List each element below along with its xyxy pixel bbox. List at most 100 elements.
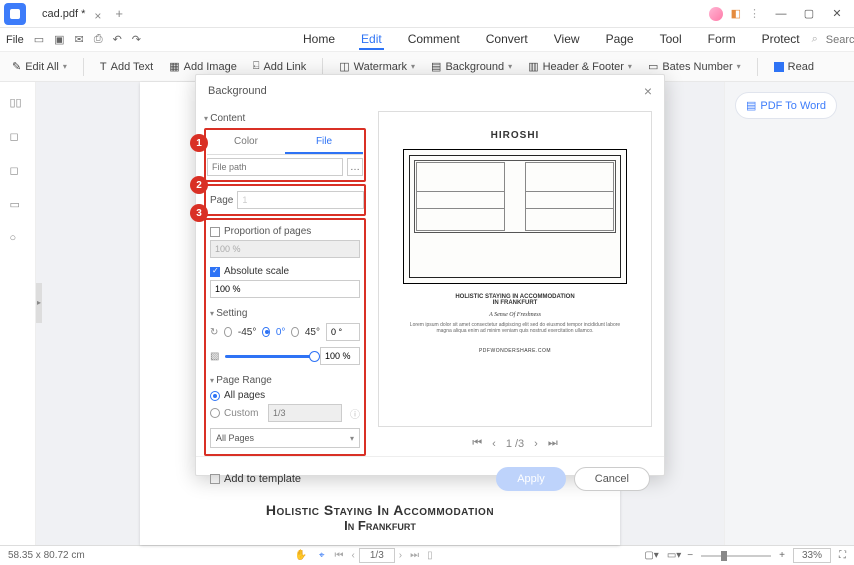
- dialog-title: Background: [208, 85, 267, 97]
- minimize-button[interactable]: —: [768, 4, 794, 24]
- mail-icon[interactable]: ✉: [75, 32, 84, 48]
- apply-button[interactable]: Apply: [496, 467, 566, 491]
- prev-icon[interactable]: ‹: [352, 550, 355, 561]
- proportion-checkbox[interactable]: [210, 227, 220, 237]
- page-dimensions: 58.35 x 80.72 cm: [8, 550, 85, 561]
- notification-icon[interactable]: ◧: [731, 7, 741, 20]
- annotation-2: 2: [190, 176, 208, 194]
- tab-comment[interactable]: Comment: [406, 30, 462, 50]
- absolute-scale-input[interactable]: [210, 280, 360, 298]
- check-icon: [774, 62, 784, 72]
- file-menu[interactable]: File: [6, 34, 24, 46]
- info-icon: ⓘ: [350, 406, 360, 421]
- first-icon[interactable]: ⏮: [335, 550, 344, 561]
- fit-mode-icon[interactable]: ▢▾: [644, 550, 658, 561]
- attachment-icon[interactable]: ▭: [10, 198, 26, 214]
- color-tab[interactable]: Color: [207, 131, 285, 154]
- next-icon[interactable]: ›: [399, 550, 402, 561]
- collapse-handle[interactable]: ▸: [36, 283, 42, 323]
- tab-form[interactable]: Form: [706, 30, 738, 50]
- header-footer-button[interactable]: ▥Header & Footer▾: [528, 60, 632, 73]
- thumbnails-icon[interactable]: ▯▯: [10, 96, 26, 112]
- close-tab-icon[interactable]: ×: [94, 9, 101, 23]
- absolute-scale-checkbox[interactable]: [210, 267, 220, 277]
- preview-line2: IN FRANKFURT: [493, 300, 538, 306]
- page-indicator: 1 /3: [506, 438, 524, 450]
- maximize-button[interactable]: ▢: [796, 4, 822, 24]
- file-tab[interactable]: File: [285, 131, 363, 154]
- save-icon[interactable]: ▣: [54, 32, 64, 48]
- first-page-icon[interactable]: ⏮: [472, 437, 482, 450]
- tab-convert[interactable]: Convert: [484, 30, 530, 50]
- tab-edit[interactable]: Edit: [359, 30, 384, 50]
- page-subset-select[interactable]: All Pages ▾: [210, 428, 360, 448]
- opacity-icon: ▧: [210, 351, 219, 362]
- search-icon: ⌕: [812, 33, 818, 46]
- tab-tool[interactable]: Tool: [658, 30, 684, 50]
- add-text-button[interactable]: TAdd Text: [100, 61, 153, 73]
- main-tabs: Home Edit Comment Convert View Page Tool…: [301, 30, 802, 50]
- edit-all-button[interactable]: ✎Edit All▾: [12, 60, 67, 73]
- background-button[interactable]: ▤Background▾: [431, 60, 512, 73]
- close-button[interactable]: ✕: [824, 4, 850, 24]
- add-template-checkbox[interactable]: [210, 474, 220, 484]
- dialog-close-icon[interactable]: ×: [644, 83, 652, 99]
- bates-icon: ▭: [648, 60, 658, 73]
- fullscreen-icon[interactable]: ⛶: [839, 550, 846, 561]
- pencil-icon: ✎: [12, 60, 21, 73]
- tab-protect[interactable]: Protect: [760, 30, 802, 50]
- file-path-input[interactable]: [207, 158, 343, 176]
- undo-icon[interactable]: ↶: [113, 32, 122, 48]
- zoom-in-icon[interactable]: +: [779, 550, 785, 561]
- page-range-section: Page Range: [210, 375, 360, 386]
- document-tab[interactable]: cad.pdf * ×: [32, 4, 105, 24]
- select-tool-icon[interactable]: ⌖: [319, 550, 325, 561]
- page-number-input[interactable]: [237, 191, 364, 209]
- user-avatar[interactable]: [709, 7, 723, 21]
- rotation-input[interactable]: [326, 323, 360, 341]
- rot-0-radio[interactable]: [262, 327, 269, 337]
- more-icon[interactable]: ⋮: [749, 7, 760, 20]
- prev-page-icon[interactable]: ‹: [492, 438, 496, 450]
- redo-icon[interactable]: ↷: [132, 32, 141, 48]
- watermark-button[interactable]: ◫Watermark▾: [339, 60, 415, 73]
- rot-n45-radio[interactable]: [224, 327, 231, 337]
- last-page-icon[interactable]: ⏭: [548, 437, 558, 450]
- zoom-value[interactable]: 33%: [793, 548, 831, 563]
- view-mode-icon[interactable]: ▭▾: [667, 550, 681, 561]
- all-pages-radio[interactable]: [210, 391, 220, 401]
- zoom-slider[interactable]: [701, 555, 771, 557]
- add-link-button[interactable]: ⍇Add Link: [253, 60, 306, 73]
- header-icon: ▥: [528, 60, 538, 73]
- open-icon[interactable]: ▭: [34, 32, 44, 48]
- pdf-to-word-button[interactable]: ▤ PDF To Word: [735, 92, 837, 119]
- hand-tool-icon[interactable]: ✋: [294, 550, 306, 561]
- search-input[interactable]: [826, 34, 854, 46]
- print-icon[interactable]: ⎙: [94, 32, 103, 48]
- search-panel-icon[interactable]: ○: [10, 232, 26, 248]
- cancel-button[interactable]: Cancel: [574, 467, 650, 491]
- bates-button[interactable]: ▭Bates Number▾: [648, 60, 741, 73]
- rotate-icon: ↻: [210, 327, 218, 338]
- tab-page[interactable]: Page: [604, 30, 636, 50]
- add-tab-button[interactable]: +: [109, 4, 129, 23]
- tab-view[interactable]: View: [552, 30, 582, 50]
- bookmark-icon[interactable]: ◻: [10, 130, 26, 146]
- page-input[interactable]: 1/3: [359, 548, 395, 563]
- browse-button[interactable]: …: [347, 158, 363, 176]
- doc-heading: Holistic Staying In Accommodation: [140, 502, 620, 518]
- read-button[interactable]: Read: [774, 61, 814, 73]
- tab-home[interactable]: Home: [301, 30, 337, 50]
- add-image-button[interactable]: ▦Add Image: [169, 60, 237, 73]
- custom-radio[interactable]: [210, 408, 220, 418]
- comment-icon[interactable]: ◻: [10, 164, 26, 180]
- opacity-slider[interactable]: [225, 355, 314, 358]
- zoom-out-icon[interactable]: −: [687, 550, 693, 561]
- last-icon[interactable]: ⏭: [410, 550, 419, 561]
- single-page-icon[interactable]: ▯: [427, 550, 433, 561]
- opacity-input[interactable]: [320, 347, 360, 365]
- rot-45-radio[interactable]: [291, 327, 298, 337]
- word-icon: ▤: [746, 99, 756, 112]
- next-page-icon[interactable]: ›: [534, 438, 538, 450]
- preview-pager: ⏮ ‹ 1 /3 › ⏭: [374, 431, 656, 456]
